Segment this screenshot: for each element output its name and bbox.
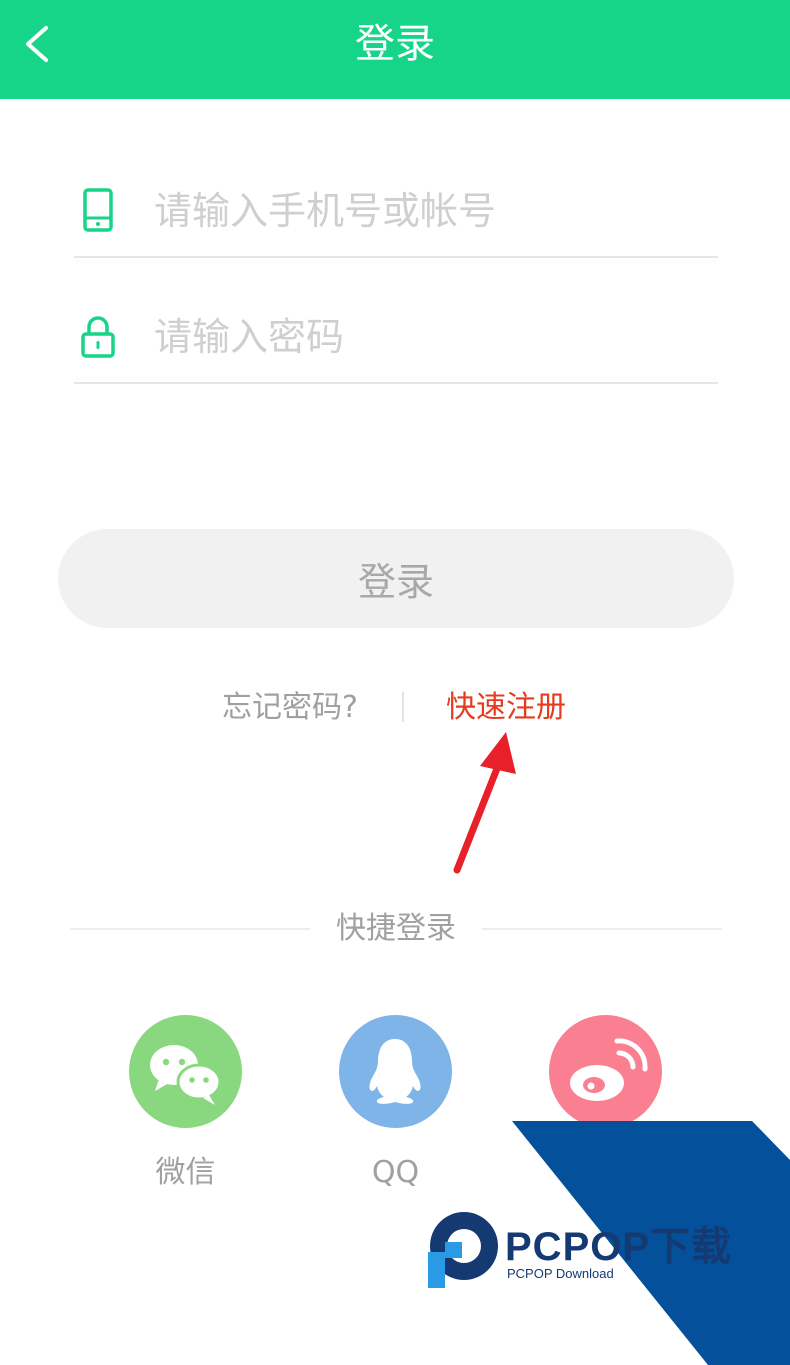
watermark-name: PCPOP下载 bbox=[505, 1225, 733, 1269]
password-input[interactable] bbox=[154, 308, 714, 366]
wechat-label: 微信 bbox=[155, 1155, 216, 1190]
pcpop-logo-icon bbox=[428, 1212, 498, 1288]
wechat-login-button[interactable] bbox=[129, 1015, 242, 1128]
weibo-login-button[interactable] bbox=[549, 1015, 662, 1128]
divider-line-right bbox=[482, 928, 722, 930]
wechat-icon bbox=[150, 1045, 222, 1105]
password-field bbox=[74, 298, 718, 384]
phone-input[interactable] bbox=[154, 182, 714, 240]
app-header: 登录 bbox=[0, 0, 790, 99]
qq-login-button[interactable] bbox=[339, 1015, 452, 1128]
annotation-arrow-icon bbox=[453, 732, 516, 874]
login-button[interactable]: 登录 bbox=[58, 529, 734, 628]
link-divider bbox=[402, 692, 404, 722]
watermark-subtitle: PCPOP Download bbox=[507, 1266, 614, 1281]
phone-field bbox=[74, 172, 718, 258]
page-title: 登录 bbox=[355, 21, 435, 67]
quick-login-divider: 快捷登录 bbox=[70, 906, 722, 952]
lock-icon bbox=[81, 316, 115, 358]
quick-register-link[interactable]: 快速注册 bbox=[446, 686, 566, 730]
weibo-icon bbox=[570, 1038, 648, 1101]
account-links: 忘记密码? 快速注册 bbox=[0, 686, 790, 730]
qq-icon bbox=[369, 1039, 421, 1104]
forgot-password-link[interactable]: 忘记密码? bbox=[222, 686, 358, 730]
qq-label: QQ bbox=[371, 1155, 420, 1190]
phone-icon bbox=[83, 188, 113, 232]
